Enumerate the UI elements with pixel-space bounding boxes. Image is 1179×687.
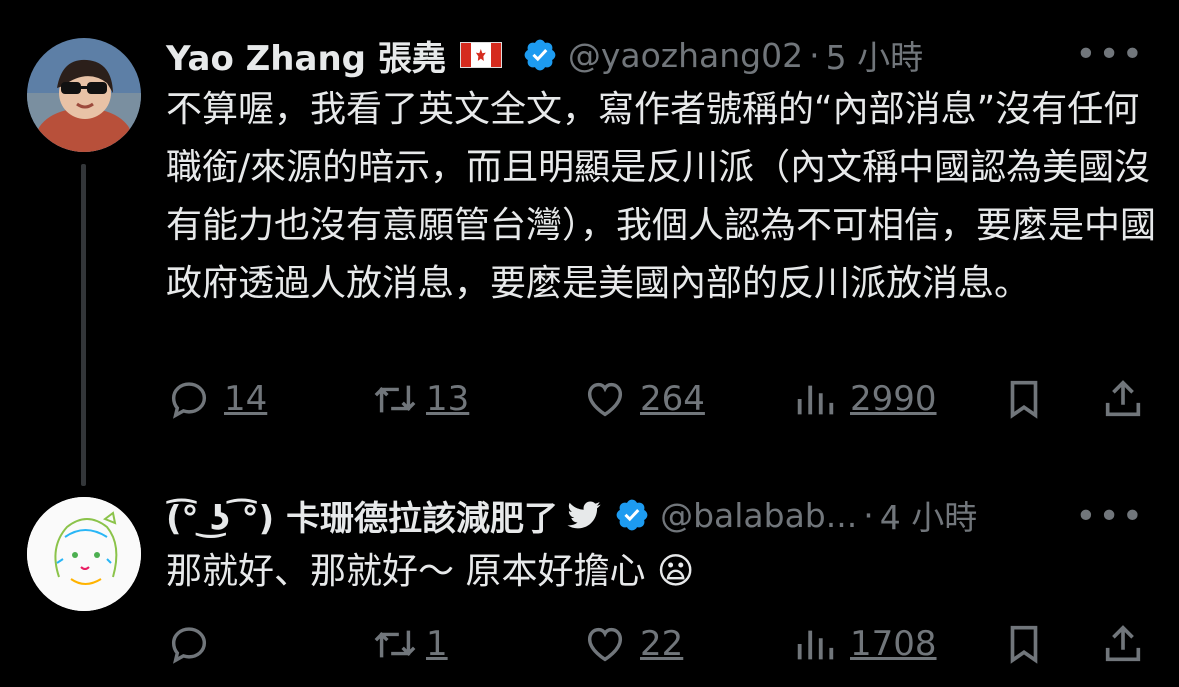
more-options-icon[interactable]: ••• — [1075, 34, 1145, 75]
views-chart-icon — [797, 385, 834, 415]
tweet-actions: 1 22 1708 — [166, 621, 1146, 671]
retweet-button[interactable]: 1 — [372, 621, 448, 667]
verified-badge-icon[interactable] — [522, 37, 558, 73]
tweet-header: Yao Zhang 張堯 @yaozhang02 · 5 小時 — [166, 31, 924, 80]
tweet-actions: 14 13 264 2990 — [166, 376, 1146, 426]
bookmark-icon — [1010, 625, 1038, 664]
like-button[interactable]: 264 — [582, 376, 705, 422]
retweet-count: 13 — [426, 379, 470, 419]
timestamp[interactable]: 5 小時 — [826, 31, 924, 79]
retweet-icon — [374, 630, 416, 658]
heart-icon — [587, 382, 623, 417]
retweet-count: 1 — [426, 624, 448, 664]
handle[interactable]: @yaozhang02 — [568, 36, 803, 75]
verified-badge-icon[interactable] — [614, 497, 650, 533]
share-icon — [1105, 380, 1141, 417]
reply-icon — [171, 382, 207, 419]
tweet-text: 不算喔，我看了英文全文，寫作者號稱的“內部消息”沒有任何職銜/來源的暗示，而且明… — [166, 89, 1157, 304]
like-count: 264 — [640, 379, 705, 419]
like-count: 22 — [640, 624, 684, 664]
bookmark-button[interactable] — [1001, 621, 1047, 667]
share-button[interactable] — [1100, 621, 1146, 667]
timestamp[interactable]: 4 小時 — [880, 491, 978, 539]
frowning-emoji: 😦 — [656, 551, 695, 592]
retweet-button[interactable]: 13 — [372, 376, 469, 422]
retweet-icon — [374, 385, 416, 413]
bookmark-button[interactable] — [1001, 376, 1047, 422]
tweet-text: 那就好、那就好～ 原本好擔心 😦 — [166, 543, 1156, 601]
bird-icon — [567, 501, 601, 529]
canada-flag-icon — [459, 42, 502, 68]
views-chart-icon — [797, 630, 834, 660]
reply-icon — [171, 627, 207, 664]
handle[interactable]: @balabab... — [660, 496, 857, 535]
display-name[interactable]: Yao Zhang 張堯 — [166, 31, 446, 80]
tweet-text-content: 那就好、那就好～ 原本好擔心 — [166, 551, 646, 592]
separator-dot: · — [809, 35, 820, 75]
like-button[interactable]: 22 — [582, 621, 683, 667]
reply-button[interactable]: 14 — [166, 376, 267, 422]
reply-button[interactable] — [166, 621, 212, 667]
view-count: 2990 — [850, 379, 937, 419]
reply-count: 14 — [224, 379, 268, 419]
avatar-drawing — [27, 497, 141, 611]
views-button[interactable]: 1708 — [792, 621, 937, 667]
share-button[interactable] — [1100, 376, 1146, 422]
avatar[interactable] — [27, 38, 141, 152]
avatar-photo — [27, 38, 141, 152]
tweet-header: (͡° ͜ʖ ͡°) 卡珊德拉該減肥了 @balabab... · 4 小時 — [166, 491, 978, 540]
separator-dot: · — [863, 495, 874, 535]
more-options-icon[interactable]: ••• — [1075, 496, 1145, 537]
avatar[interactable] — [27, 497, 141, 611]
heart-icon — [587, 627, 623, 662]
views-button[interactable]: 2990 — [792, 376, 937, 422]
view-count: 1708 — [850, 624, 937, 664]
bookmark-icon — [1010, 380, 1038, 419]
tweet-2[interactable]: (͡° ͜ʖ ͡°) 卡珊德拉該減肥了 @balabab... · 4 小時 •… — [0, 470, 1179, 687]
tweet-1[interactable]: Yao Zhang 張堯 @yaozhang02 · 5 小時 ••• 不算喔，… — [0, 0, 1179, 470]
display-name[interactable]: (͡° ͜ʖ ͡°) 卡珊德拉該減肥了 — [166, 491, 558, 540]
share-icon — [1105, 625, 1141, 662]
